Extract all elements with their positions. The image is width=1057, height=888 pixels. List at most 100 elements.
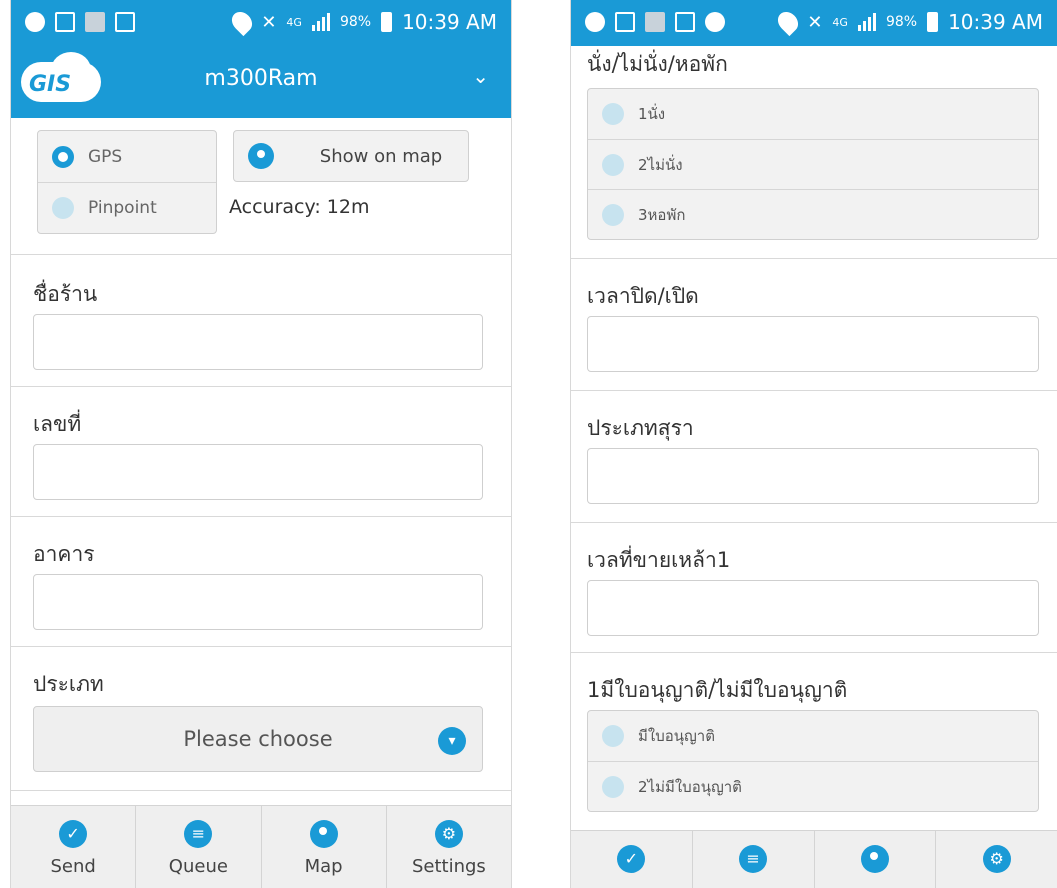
list-icon: ≡ bbox=[184, 820, 213, 848]
divider bbox=[571, 258, 1057, 259]
tab-settings[interactable]: ⚙ bbox=[936, 831, 1057, 888]
option-label: 1นั่ง bbox=[638, 105, 666, 123]
app-icon bbox=[85, 12, 105, 32]
mute-icon: ✕ bbox=[807, 11, 823, 33]
radio-option[interactable]: 2ไม่มีใบอนุญาติ bbox=[588, 761, 1038, 811]
map-pin-icon bbox=[860, 845, 889, 873]
mail-icon bbox=[115, 12, 135, 32]
divider bbox=[11, 790, 511, 791]
tab-map[interactable]: Map bbox=[262, 806, 387, 888]
divider bbox=[571, 390, 1057, 391]
radio-option[interactable]: 3หอพัก bbox=[588, 189, 1038, 239]
field-label: เลขที่ bbox=[33, 412, 82, 436]
radio-option[interactable]: 1นั่ง bbox=[588, 89, 1038, 139]
chevron-down-icon[interactable]: ▾ bbox=[438, 727, 466, 755]
tab-queue[interactable]: ≡ Queue bbox=[136, 806, 262, 888]
phone-screen-right: ✕ 4G 98% 10:39 AM นั่ง/ไม่นั่ง/หอพัก 1นั… bbox=[570, 0, 1057, 888]
type-select[interactable]: Please choose ▾ bbox=[33, 706, 483, 772]
app-icon bbox=[645, 12, 665, 32]
check-icon: ✓ bbox=[617, 845, 646, 873]
messenger-icon bbox=[705, 12, 725, 32]
battery-percent: 98% bbox=[885, 14, 918, 30]
list-icon: ≡ bbox=[739, 845, 768, 873]
option-pinpoint[interactable]: Pinpoint bbox=[38, 182, 216, 233]
tab-label: Send bbox=[50, 856, 96, 877]
tab-settings[interactable]: ⚙ Settings bbox=[387, 806, 511, 888]
field-label: 1มีใบอนุญาติ/ไม่มีใบอนุญาติ bbox=[587, 678, 848, 702]
radio-group: มีใบอนุญาติ 2ไม่มีใบอนุญาติ bbox=[587, 710, 1039, 812]
field-label: ชื่อร้าน bbox=[33, 282, 98, 306]
gear-icon: ⚙ bbox=[434, 820, 463, 848]
divider bbox=[571, 652, 1057, 653]
field-label: เวลาปิด/เปิด bbox=[587, 284, 699, 308]
status-right: ✕ 4G 98% 10:39 AM bbox=[228, 7, 497, 37]
tab-label: Map bbox=[304, 856, 343, 877]
radio-icon[interactable] bbox=[602, 103, 624, 125]
radio-icon[interactable] bbox=[52, 197, 74, 219]
field-label: เวลที่ขายเหล้า1 bbox=[587, 548, 731, 572]
tab-label: Settings bbox=[411, 856, 486, 877]
option-label: Pinpoint bbox=[88, 198, 157, 218]
accuracy-text: Accuracy: 12m bbox=[229, 196, 370, 218]
chevron-down-icon[interactable]: ⌄ bbox=[472, 64, 489, 88]
radio-group: 1นั่ง 2ไม่นั่ง 3หอพัก bbox=[587, 88, 1039, 240]
clock: 10:39 AM bbox=[948, 10, 1043, 34]
status-bar: ✕ 4G 98% 10:39 AM bbox=[571, 0, 1057, 46]
show-on-map-button[interactable]: Show on map bbox=[233, 130, 469, 182]
option-label: 2ไม่มีใบอนุญาติ bbox=[638, 777, 742, 796]
messenger-icon bbox=[585, 12, 605, 32]
location-mode-group: GPS Pinpoint bbox=[37, 130, 217, 234]
field-label: อาคาร bbox=[33, 542, 95, 566]
status-right: ✕ 4G 98% 10:39 AM bbox=[774, 7, 1043, 37]
radio-icon[interactable] bbox=[602, 775, 624, 798]
radio-icon[interactable] bbox=[602, 153, 624, 176]
notification-icons bbox=[25, 12, 135, 32]
text-input[interactable] bbox=[587, 316, 1039, 372]
text-input[interactable] bbox=[587, 580, 1039, 636]
app-bar: GIS m300Ram ⌄ bbox=[11, 46, 511, 118]
signal-icon bbox=[857, 13, 876, 31]
tab-send[interactable]: ✓ bbox=[571, 831, 693, 888]
mute-icon: ✕ bbox=[261, 11, 277, 33]
location-icon bbox=[228, 7, 257, 37]
battery-icon bbox=[927, 12, 939, 32]
battery-icon bbox=[381, 12, 393, 32]
phone-screen-left: ✕ 4G 98% 10:39 AM GIS m300Ram ⌄ GPS Pinp… bbox=[10, 0, 512, 888]
tab-queue[interactable]: ≡ bbox=[693, 831, 815, 888]
gear-icon: ⚙ bbox=[982, 845, 1011, 873]
radio-icon[interactable] bbox=[602, 725, 624, 747]
status-bar: ✕ 4G 98% 10:39 AM bbox=[11, 0, 511, 46]
divider bbox=[11, 254, 511, 255]
image-icon bbox=[615, 12, 635, 32]
option-gps[interactable]: GPS bbox=[38, 131, 216, 182]
image-icon bbox=[55, 12, 75, 32]
radio-option[interactable]: มีใบอนุญาติ bbox=[588, 711, 1038, 761]
notification-icons bbox=[585, 12, 725, 32]
text-input[interactable] bbox=[33, 444, 483, 500]
tab-send[interactable]: ✓ Send bbox=[11, 806, 137, 888]
text-input[interactable] bbox=[33, 574, 483, 630]
button-label: Show on map bbox=[319, 145, 443, 167]
bottom-tab-bar: ✓ ≡ ⚙ bbox=[571, 830, 1057, 888]
signal-icon bbox=[311, 13, 330, 31]
battery-percent: 98% bbox=[339, 14, 372, 30]
mail-icon bbox=[675, 12, 695, 32]
form-title[interactable]: m300Ram bbox=[11, 66, 511, 91]
check-icon: ✓ bbox=[59, 820, 88, 848]
bottom-tab-bar: ✓ Send ≡ Queue Map ⚙ Settings bbox=[11, 805, 511, 888]
field-label: นั่ง/ไม่นั่ง/หอพัก bbox=[587, 52, 728, 76]
divider bbox=[11, 646, 511, 647]
text-input[interactable] bbox=[33, 314, 483, 370]
text-input[interactable] bbox=[587, 448, 1039, 504]
radio-selected-icon[interactable] bbox=[52, 145, 74, 168]
divider bbox=[571, 522, 1057, 523]
network-type: 4G bbox=[832, 15, 848, 29]
radio-option[interactable]: 2ไม่นั่ง bbox=[588, 139, 1038, 189]
option-label: GPS bbox=[88, 146, 123, 167]
clock: 10:39 AM bbox=[402, 10, 497, 34]
map-pin-icon bbox=[248, 143, 274, 169]
network-type: 4G bbox=[286, 15, 302, 29]
option-label: 3หอพัก bbox=[638, 205, 686, 224]
tab-map[interactable] bbox=[815, 831, 937, 888]
radio-icon[interactable] bbox=[602, 203, 624, 226]
